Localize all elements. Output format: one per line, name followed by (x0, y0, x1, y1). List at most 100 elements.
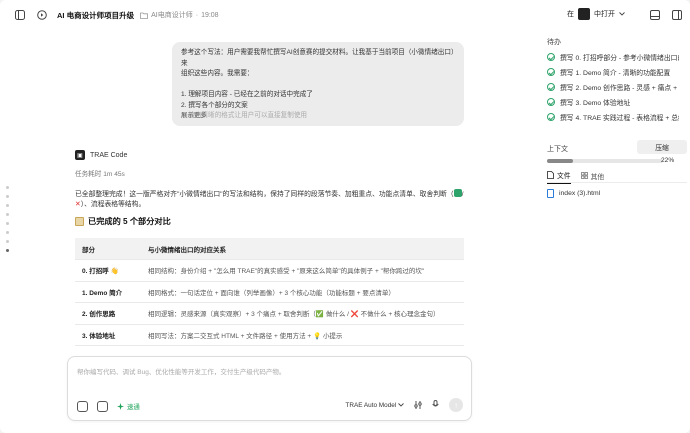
table-row: 2. 创作思路 相同逻辑：灵感来源（真实观察）+ 3 个痛点 + 取舍判断（✅ … (75, 302, 464, 325)
scroll-dot[interactable] (6, 222, 9, 225)
context-usage-fill (547, 159, 573, 163)
file-name: index (3).html (559, 190, 601, 197)
table-cell: 相同写法：方案二交互式 HTML + 文件路径 + 使用方法 + 💡 小提示 (141, 324, 464, 346)
image-upload-icon[interactable] (97, 401, 108, 412)
context-usage-bar (547, 159, 663, 163)
open-in-label: 中打开 (594, 11, 615, 18)
todo-label: 撰写 4. TRAE 实践过程 - 表格流程 + 总结 (560, 115, 679, 122)
user-message-line: 组织这些内容。我需要： (181, 70, 254, 77)
comparison-table: 部分 与小微情绪出口的对应关系 0. 打招呼 👋 相同结构：身份介绍 + "怎么… (75, 238, 464, 346)
section-heading-text: 已完成的 5 个部分对比 (88, 217, 171, 226)
todo-label: 撰写 0. 打招呼部分 - 参考小微情绪出口的写法 (560, 55, 679, 62)
table-row: 1. Demo 简介 相同格式：一句话定位 + 面向谁（列举画像）+ 3 个核心… (75, 281, 464, 303)
chevron-down-icon (398, 402, 404, 407)
compress-button[interactable]: 压缩 (637, 140, 687, 154)
panel-toggle-icon[interactable] (670, 8, 684, 22)
elapsed-time: 任务耗时 1m 45s (75, 171, 125, 178)
tab-other-label: 其他 (590, 173, 605, 181)
send-button[interactable]: ↑ (449, 398, 463, 412)
table-row: 3. 体验地址 相同写法：方案二交互式 HTML + 文件路径 + 使用方法 +… (75, 324, 464, 346)
breadcrumb: AI电商设计师 · 19:08 (140, 10, 219, 20)
composer-input[interactable]: 帮你编写代码、调试 Bug、优化性能等开发工作，交付生产级代码产物。 (77, 366, 285, 376)
completion-text-c: ）、流程表格等结构。 (80, 201, 146, 208)
todo-label: 撰写 1. Demo 简介 - 清晰的功能配置 (560, 70, 671, 77)
sidebar-toggle-icon[interactable] (13, 8, 27, 22)
table-header-cell: 与小微情绪出口的对应关系 (141, 238, 464, 260)
table-cell: 相同逻辑：灵感来源（真实观察）+ 3 个痛点 + 取舍判断（✅ 做什么 / ❌ … (141, 302, 464, 325)
editor-logo-icon (578, 8, 590, 20)
user-message-line: 参考这个写法：用户需要我帮忙撰写AI创意赛的提交材料。让我基于当前项目（小微情绪… (181, 49, 455, 67)
message-composer[interactable]: 帮你编写代码、调试 Bug、优化性能等开发工作，交付生产级代码产物。 速通 TR… (67, 356, 472, 421)
scroll-dot[interactable] (6, 186, 9, 189)
app-window: AI 电商设计师项目升级 AI电商设计师 · 19:08 在 中打开 参考这个写… (0, 0, 690, 433)
completion-text-b: / (461, 191, 464, 198)
table-header-row: 部分 与小微情绪出口的对应关系 (75, 238, 464, 260)
layout-icon[interactable] (648, 8, 662, 22)
table-cell: 3. 体验地址 (75, 324, 141, 346)
check-circle-icon (547, 83, 555, 91)
scroll-dot-active[interactable] (6, 249, 9, 252)
scroll-dot[interactable] (6, 231, 9, 234)
user-message: 参考这个写法：用户需要我帮忙撰写AI创意赛的提交材料。让我基于当前项目（小微情绪… (172, 42, 464, 126)
todo-item[interactable]: 撰写 0. 打招呼部分 - 参考小微情绪出口的写法 (547, 52, 679, 62)
mode-toggle[interactable]: 速通 (117, 402, 140, 411)
context-percent: 22% (661, 157, 675, 164)
todo-item[interactable]: 撰写 1. Demo 简介 - 清晰的功能配置 (547, 67, 679, 77)
chat-icon[interactable] (35, 8, 49, 22)
todo-title: 待办 (547, 39, 561, 46)
user-message-line: 1. 理解项目内容 - 已经在之前的对话中完成了 (181, 91, 313, 98)
workspace-name[interactable]: AI电商设计师 (151, 10, 193, 20)
attach-context-icon[interactable] (77, 401, 88, 412)
model-label: TRAE Auto Model (345, 401, 397, 409)
table-cell: 相同格式：一句话定位 + 面向谁（列举画像）+ 3 个核心功能（功能标题 + 要… (141, 281, 464, 303)
scroll-indicator[interactable] (6, 186, 9, 252)
todo-item[interactable]: 撰写 2. Demo 创作思路 - 灵感 + 痛点 + 取舍 (547, 82, 679, 92)
settings-sliders-icon[interactable] (414, 396, 422, 414)
agent-header: ▣ TRAE Code (75, 150, 127, 160)
tab-files-label: 文件 (557, 173, 571, 180)
check-circle-icon (547, 98, 555, 106)
model-selector[interactable]: TRAE Auto Model (345, 402, 404, 409)
folder-icon (140, 12, 148, 19)
composer-right: TRAE Auto Model ↑ (345, 396, 463, 414)
check-circle-icon (547, 68, 555, 76)
agent-name: TRAE Code (90, 151, 128, 159)
sparkle-icon (117, 403, 124, 410)
grid-icon (580, 172, 588, 179)
scroll-dot[interactable] (6, 195, 9, 198)
chevron-down-icon (619, 12, 625, 16)
completion-text-a: 已全部整理完成！这一版严格对齐"小微情绪出口"的写法和结构，保持了同样的段落节奏… (75, 191, 454, 198)
table-cell: 相同结构：身份介绍 + "怎么用 TRAE"的真实感受 + "原来这么简单"的具… (141, 259, 464, 282)
todo-item[interactable]: 撰写 3. Demo 体验地址 (547, 97, 679, 107)
open-in-prefix: 在 (567, 11, 574, 18)
show-more-link[interactable]: 展示更多 (181, 111, 207, 122)
file-item[interactable]: index (3).html (547, 189, 600, 198)
scroll-dot[interactable] (6, 213, 9, 216)
check-emoji-icon (453, 189, 462, 197)
tabs-divider (547, 182, 687, 183)
file-tab-icon (547, 171, 554, 179)
context-label: 上下文 (547, 146, 568, 153)
clipboard-icon (75, 216, 84, 226)
user-message-spacer (181, 80, 455, 91)
session-time: 19:08 (201, 11, 219, 19)
todo-label: 撰写 3. Demo 体验地址 (560, 100, 631, 107)
right-panel: 待办 撰写 0. 打招呼部分 - 参考小微情绪出口的写法 撰写 1. Demo … (539, 30, 690, 433)
microphone-icon[interactable] (432, 396, 439, 414)
todo-label: 撰写 2. Demo 创作思路 - 灵感 + 痛点 + 取舍 (560, 85, 679, 92)
html-file-icon (547, 189, 554, 198)
todo-item[interactable]: 撰写 4. TRAE 实践过程 - 表格流程 + 总结 (547, 112, 679, 122)
open-in-button[interactable]: 在 中打开 (567, 8, 625, 20)
scroll-dot[interactable] (6, 240, 9, 243)
check-circle-icon (547, 113, 555, 121)
page-title: AI 电商设计师项目升级 (57, 10, 135, 20)
mode-label: 速通 (127, 404, 140, 411)
check-circle-icon (547, 53, 555, 61)
completion-paragraph: 已全部整理完成！这一版严格对齐"小微情绪出口"的写法和结构，保持了同样的段落节奏… (75, 189, 467, 210)
scroll-dot[interactable] (6, 204, 9, 207)
app-frame: AI 电商设计师项目升级 AI电商设计师 · 19:08 在 中打开 参考这个写… (0, 0, 690, 433)
user-message-faded-line: 3. 给出清晰的格式让用户可以直接复制使用 (181, 112, 308, 119)
composer-tools: 速通 (77, 401, 140, 412)
table-row: 0. 打招呼 👋 相同结构：身份介绍 + "怎么用 TRAE"的真实感受 + "… (75, 259, 464, 282)
table-cell: 2. 创作思路 (75, 302, 141, 325)
